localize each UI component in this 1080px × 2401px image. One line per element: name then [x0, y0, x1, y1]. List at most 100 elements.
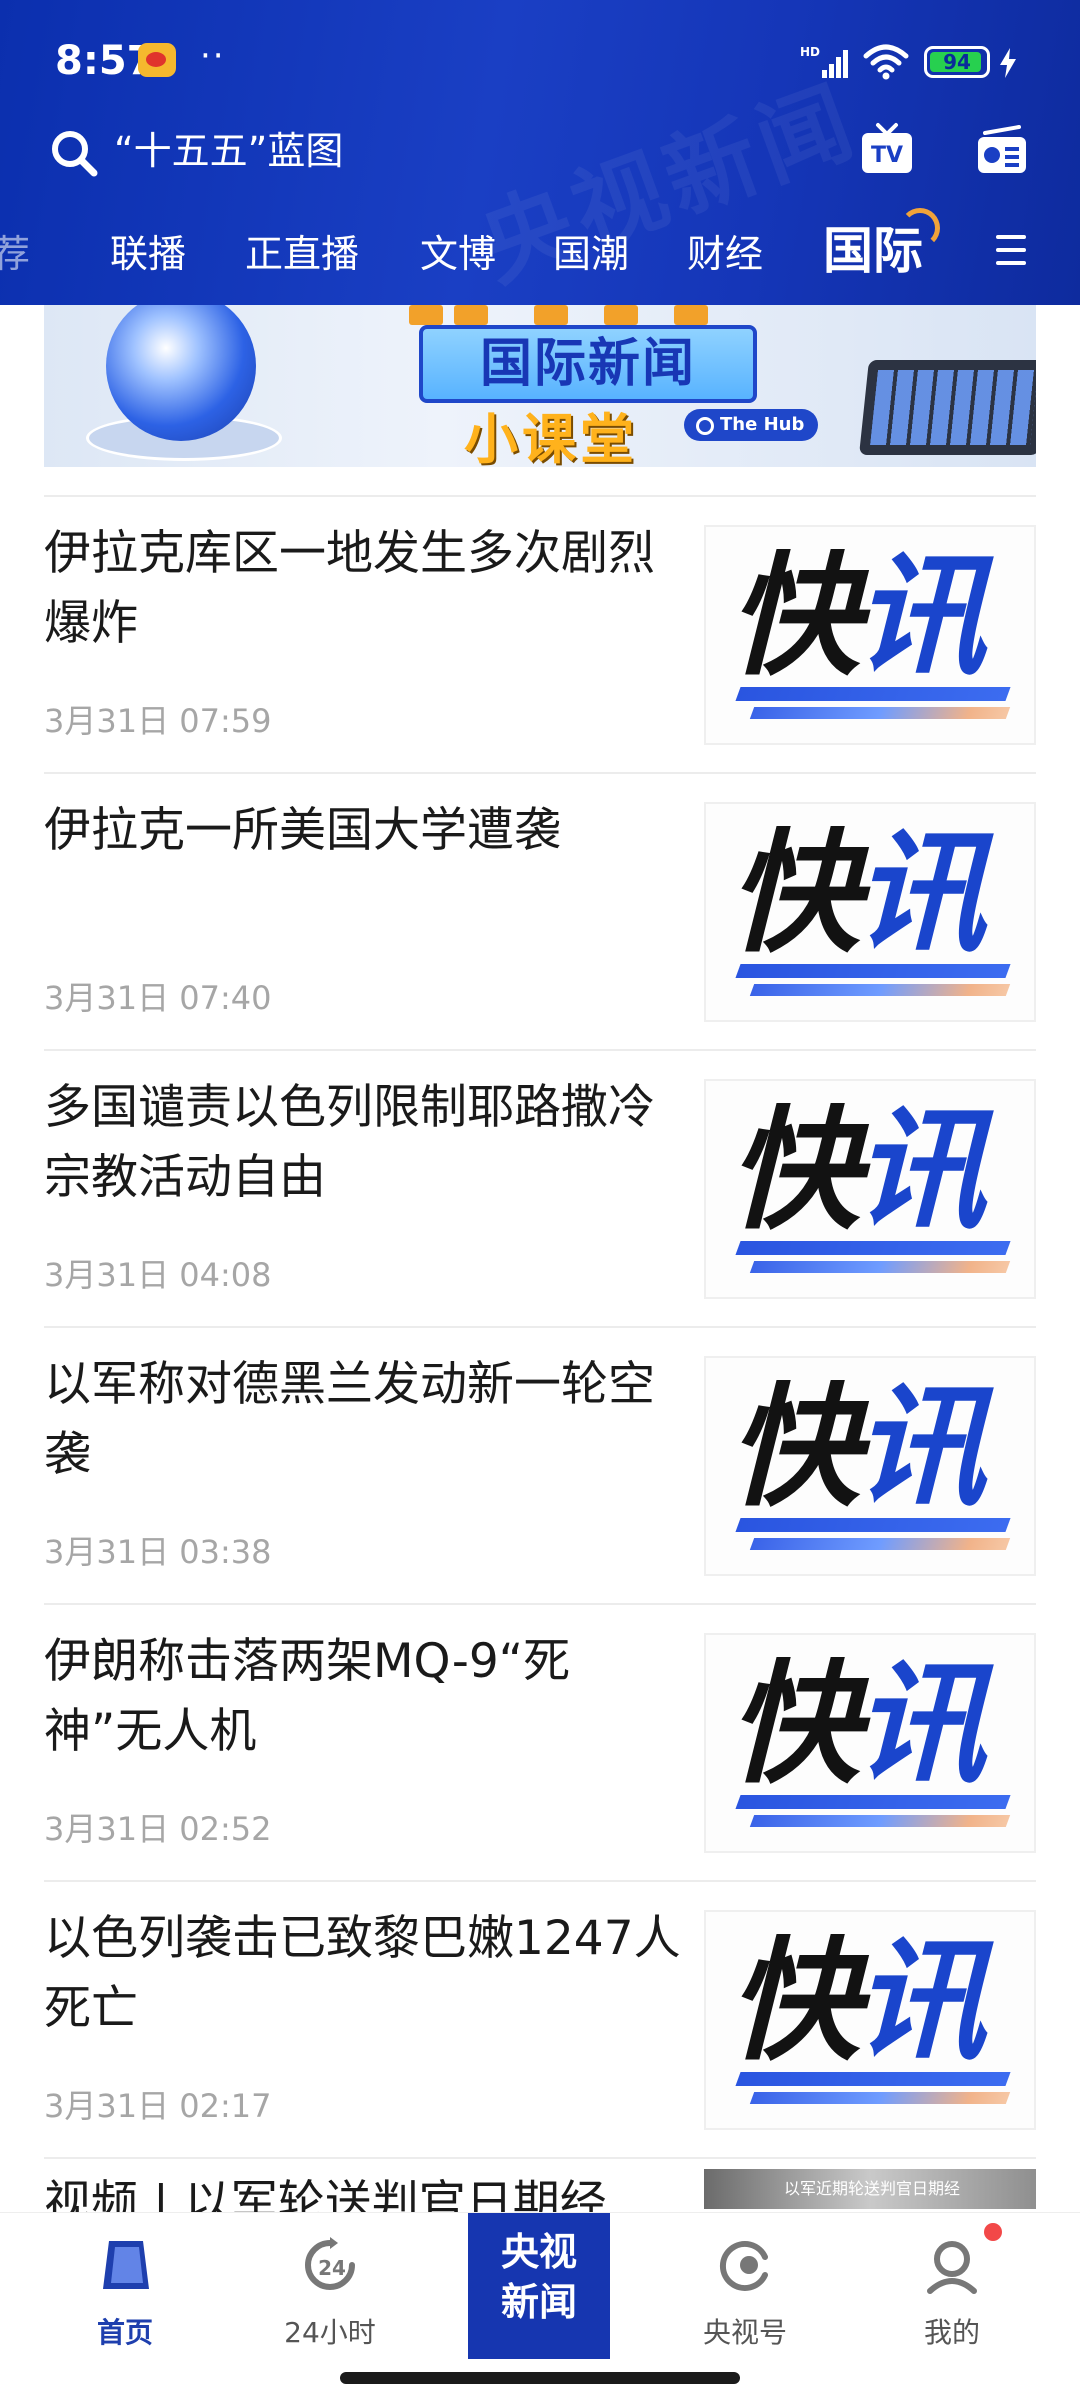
news-time: 3月31日 02:52	[44, 1810, 272, 1848]
news-item[interactable]: 伊朗称击落两架MQ-9“死神”无人机 3月31日 02:52 快讯	[44, 1603, 1036, 1880]
profile-icon	[927, 2241, 977, 2294]
decor-tile	[674, 305, 708, 325]
news-time: 3月31日 04:08	[44, 1256, 272, 1294]
home-icon	[103, 2241, 149, 2289]
kuaixun-thumbnail[interactable]: 快讯	[704, 1633, 1036, 1853]
news-time: 3月31日 07:40	[44, 979, 272, 1017]
nav-home[interactable]: 首页	[45, 2213, 205, 2401]
search-hot-word[interactable]: “十五五”蓝图	[114, 125, 343, 177]
nav-label: 我的	[923, 2316, 980, 2349]
thumb-underline	[735, 1241, 1011, 1255]
thumb-accent-char: 讯	[854, 817, 986, 971]
thumb-accent-char: 讯	[854, 1094, 986, 1248]
thumb-accent-char: 讯	[854, 540, 986, 694]
thumb-accent-char: 讯	[854, 1371, 986, 1525]
nav-cctv-news[interactable]: 央视新闻	[468, 2213, 610, 2359]
kuaixun-logo-text: 快讯	[728, 537, 986, 697]
thumb-underline	[735, 2072, 1011, 2086]
decor-tile	[454, 305, 488, 325]
nav-label: 24小时	[284, 2316, 376, 2349]
kuaixun-thumbnail[interactable]: 快讯	[704, 1910, 1036, 2130]
decor-tile	[534, 305, 568, 325]
keyboard-icon	[859, 360, 1036, 455]
search-bar[interactable]: “十五五”蓝图 TV	[0, 115, 1080, 195]
menu-icon[interactable]	[992, 232, 1030, 268]
nav-label: 首页	[96, 2316, 153, 2349]
thumb-underline	[749, 707, 1011, 719]
charging-bolt-icon	[1000, 48, 1016, 78]
the-hub-tag: The Hub	[684, 409, 819, 441]
decor-tile	[409, 305, 443, 325]
banner-subtitle: 小课堂	[464, 408, 638, 467]
svg-text:24: 24	[318, 2256, 346, 2280]
battery-icon: 94	[924, 46, 990, 78]
thumb-main-char: 快	[728, 1371, 860, 1525]
thumb-underline	[749, 1815, 1011, 1827]
news-title[interactable]: 以色列袭击已致黎巴嫩1247人死亡	[44, 1904, 684, 2044]
news-item[interactable]: 伊拉克库区一地发生多次剧烈爆炸 3月31日 07:59 快讯	[44, 495, 1036, 772]
news-item[interactable]: 以色列袭击已致黎巴嫩1247人死亡 3月31日 02:17 快讯	[44, 1880, 1036, 2157]
news-item[interactable]: 多国谴责以色列限制耶路撒冷宗教活动自由 3月31日 04:08 快讯	[44, 1049, 1036, 1326]
news-time: 3月31日 07:59	[44, 702, 272, 740]
network-label: HD	[800, 45, 820, 59]
thumb-underline	[749, 1261, 1011, 1273]
signal-icon: HD	[800, 45, 848, 78]
tab-badge-icon	[900, 208, 940, 248]
tab-recommend[interactable]: 荐	[0, 226, 30, 282]
news-item[interactable]: 伊拉克一所美国大学遭袭 3月31日 07:40 快讯	[44, 772, 1036, 1049]
thumb-underline	[749, 2092, 1011, 2104]
app-header: 央视新闻 8:57 ·· HD 94 “十五五”蓝图 TV 荐 联播 正直播 文…	[0, 0, 1080, 305]
nav-center-logo: 央视新闻	[500, 2230, 577, 2324]
tab-live[interactable]: 正直播	[245, 226, 359, 282]
radio-icon[interactable]	[975, 123, 1029, 177]
thumb-accent-char: 讯	[854, 1648, 986, 1802]
status-bar: 8:57 ·· HD 94	[0, 0, 1080, 125]
news-time: 3月31日 02:17	[44, 2087, 272, 2125]
battery-text: 94	[943, 50, 971, 74]
international-news-banner[interactable]: 国际新闻 小课堂 The Hub	[44, 305, 1036, 467]
nav-me[interactable]: 我的	[872, 2213, 1032, 2401]
tab-finance[interactable]: 财经	[687, 226, 763, 282]
banner-title-box: 国际新闻	[419, 325, 757, 403]
tab-lianbo[interactable]: 联播	[110, 226, 186, 282]
wifi-icon	[863, 44, 909, 80]
thumb-underline	[735, 1795, 1011, 1809]
video-thumbnail-caption: 以军近期轮送判官日期经	[784, 2179, 961, 2198]
thumb-underline	[735, 1518, 1011, 1532]
news-title[interactable]: 伊朗称击落两架MQ-9“死神”无人机	[44, 1627, 684, 1767]
video-thumbnail[interactable]: 以军近期轮送判官日期经	[704, 2169, 1036, 2209]
tab-wenbo[interactable]: 文博	[420, 226, 496, 282]
kuaixun-logo-text: 快讯	[728, 1645, 986, 1805]
banner-title: 国际新闻	[479, 334, 696, 394]
thumb-accent-char: 讯	[854, 1925, 986, 2079]
news-title[interactable]: 伊拉克一所美国大学遭袭	[44, 796, 684, 866]
clock-24-icon: 24	[305, 2237, 355, 2290]
thumb-main-char: 快	[728, 540, 860, 694]
thumb-main-char: 快	[728, 1094, 860, 1248]
kuaixun-thumbnail[interactable]: 快讯	[704, 1079, 1036, 1299]
kuaixun-logo-text: 快讯	[728, 1368, 986, 1528]
thumb-underline	[749, 984, 1011, 996]
svg-text:TV: TV	[871, 143, 903, 168]
weibo-notification-icon	[138, 43, 176, 77]
news-title[interactable]: 多国谴责以色列限制耶路撒冷宗教活动自由	[44, 1073, 684, 1213]
kuaixun-logo-text: 快讯	[728, 1091, 986, 1251]
news-title[interactable]: 以军称对德黑兰发动新一轮空袭	[44, 1350, 684, 1490]
news-item-partial[interactable]: 视频 | 以军轮送判官日期经 以军近期轮送判官日期经	[44, 2157, 1036, 2217]
news-time: 3月31日 03:38	[44, 1533, 272, 1571]
thumb-underline	[735, 964, 1011, 978]
search-icon[interactable]	[48, 127, 100, 179]
kuaixun-thumbnail[interactable]: 快讯	[704, 802, 1036, 1022]
home-indicator[interactable]	[340, 2372, 740, 2384]
kuaixun-logo-text: 快讯	[728, 814, 986, 974]
kuaixun-thumbnail[interactable]: 快讯	[704, 1356, 1036, 1576]
cctv-hao-icon	[720, 2241, 768, 2291]
tab-guochao[interactable]: 国潮	[553, 226, 629, 282]
news-item[interactable]: 以军称对德黑兰发动新一轮空袭 3月31日 03:38 快讯	[44, 1326, 1036, 1603]
tv-icon[interactable]: TV	[858, 121, 916, 179]
news-title[interactable]: 视频 | 以军轮送判官日期经	[44, 2169, 684, 2217]
thumb-main-char: 快	[728, 1648, 860, 1802]
kuaixun-logo-text: 快讯	[728, 1922, 986, 2082]
news-title[interactable]: 伊拉克库区一地发生多次剧烈爆炸	[44, 519, 684, 659]
kuaixun-thumbnail[interactable]: 快讯	[704, 525, 1036, 745]
